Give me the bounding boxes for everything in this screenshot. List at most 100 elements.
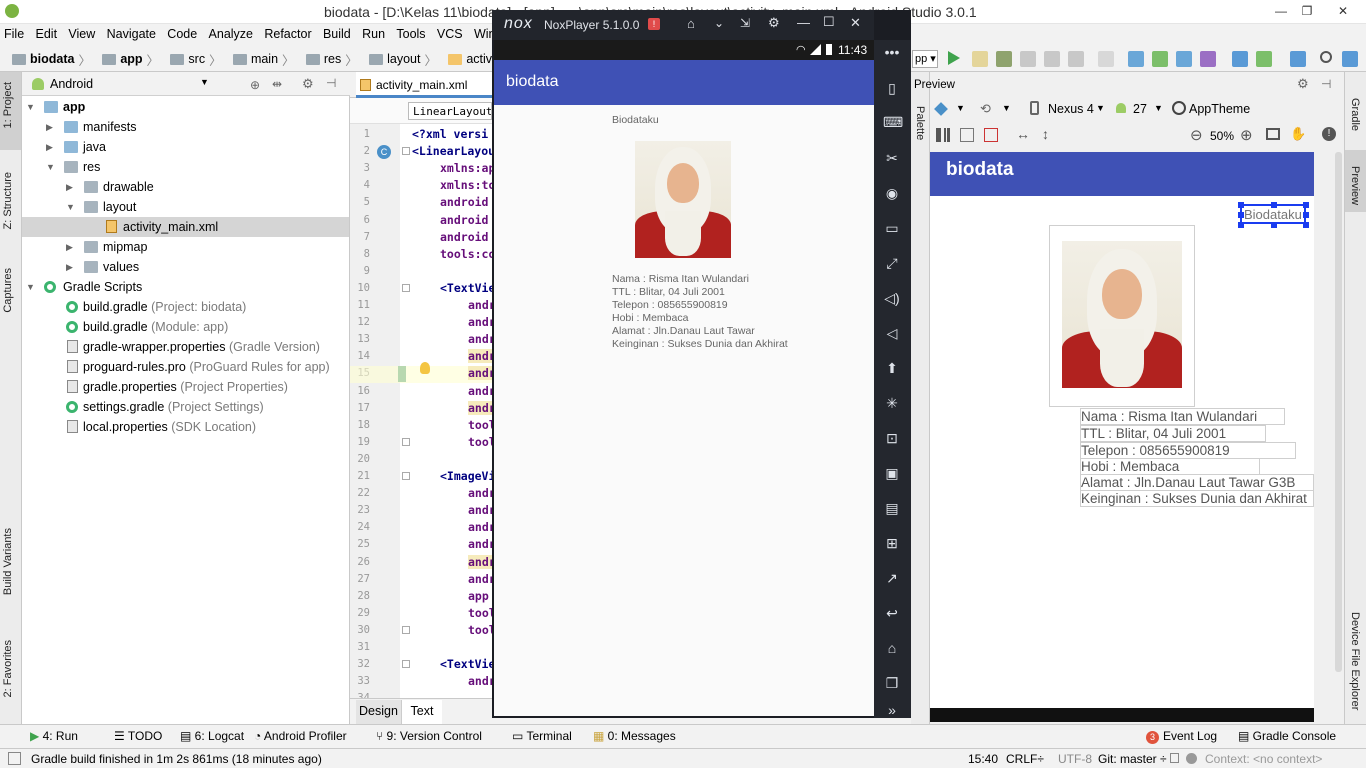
caret-position[interactable]: 15:40 xyxy=(968,752,998,766)
close-button[interactable]: ✕ xyxy=(850,15,861,31)
tree-item-activity-main-xml[interactable]: activity_main.xml xyxy=(22,217,349,237)
lightbulb-icon[interactable] xyxy=(420,362,430,374)
preview-info-ttl[interactable]: TTL : Blitar, 04 Juli 2001 xyxy=(1080,425,1266,442)
code-area[interactable]: <?xml versi <LinearLayou xmlns:ap xmlns:to a… xyxy=(350,124,492,692)
error-icon[interactable] xyxy=(984,128,998,142)
tool-window-toggle-icon[interactable] xyxy=(8,752,21,765)
volume-down-icon[interactable]: ◁ xyxy=(883,325,901,341)
hide-panel-icon[interactable]: ⊣ xyxy=(326,76,336,90)
build-variants-tool-tab[interactable]: Build Variants xyxy=(2,528,14,595)
breadcrumb-app[interactable]: app 〉 xyxy=(96,46,161,72)
breadcrumb-src[interactable]: src 〉 xyxy=(164,46,223,72)
shake-icon[interactable]: ↗ xyxy=(883,570,901,586)
theme-dropdown[interactable]: AppTheme xyxy=(1189,102,1250,116)
device-dropdown[interactable]: Nexus 4 xyxy=(1048,102,1094,116)
breadcrumb-res[interactable]: res 〉 xyxy=(300,46,360,72)
apply-changes-icon[interactable] xyxy=(972,51,988,67)
menu-file[interactable]: File xyxy=(0,24,28,44)
layers-icon[interactable] xyxy=(934,102,948,116)
vcs-compare-icon[interactable] xyxy=(1176,51,1192,67)
chevron-down-icon[interactable]: ▼ xyxy=(1002,103,1011,113)
warning-icon[interactable]: ! xyxy=(648,18,660,30)
collapse-all-icon[interactable]: ⇹ xyxy=(272,77,282,91)
hide-panel-icon[interactable]: ⊣ xyxy=(1321,77,1331,91)
tree-item-proguard-rules[interactable]: proguard-rules.pro (ProGuard Rules for a… xyxy=(22,357,349,377)
more-icon[interactable]: ••• xyxy=(883,44,901,60)
keymap-icon[interactable]: ⊞ xyxy=(883,535,901,551)
menu-navigate[interactable]: Navigate xyxy=(103,24,160,44)
git-branch[interactable]: Git: master ÷ xyxy=(1098,752,1167,766)
messages-tab[interactable]: ▦ 0: Messages xyxy=(593,729,676,743)
linearlayout-crumb[interactable]: LinearLayout xyxy=(408,102,492,120)
apk-install-icon[interactable]: ⬆ xyxy=(883,360,901,376)
preview-device-screen[interactable]: biodata Biodataku Nama : Risma Itan Wula… xyxy=(930,152,1314,722)
debug-icon[interactable] xyxy=(996,51,1012,67)
fold-marker-icon[interactable] xyxy=(402,660,410,669)
event-log-tab[interactable]: 3 Event Log xyxy=(1146,729,1217,744)
tree-item-settings-gradle[interactable]: settings.gradle (Project Settings) xyxy=(22,397,349,417)
structure-tool-tab[interactable]: Z: Structure xyxy=(2,172,14,229)
tree-item-local-properties[interactable]: local.properties (SDK Location) xyxy=(22,417,349,437)
keyboard-icon[interactable]: ⌨ xyxy=(883,114,903,130)
menu-view[interactable]: View xyxy=(64,24,99,44)
chevron-down-icon[interactable]: ▼ xyxy=(956,103,965,113)
coverage-icon[interactable] xyxy=(1098,51,1114,67)
expand-icon[interactable]: » xyxy=(883,702,901,718)
stop-icon[interactable] xyxy=(1068,51,1084,67)
menu-refactor[interactable]: Refactor xyxy=(260,24,315,44)
menu-run[interactable]: Run xyxy=(358,24,389,44)
pan-icon[interactable]: ✋ xyxy=(1290,126,1306,142)
preview-tool-tab[interactable]: Preview xyxy=(1349,166,1361,205)
loading-icon[interactable]: ✳ xyxy=(883,395,901,411)
design-surface-icon[interactable] xyxy=(936,128,950,142)
chevron-down-icon[interactable]: ▼ xyxy=(1096,103,1105,113)
tree-item-res[interactable]: ▼ res xyxy=(22,157,349,177)
preview-info-hobi[interactable]: Hobi : Membaca xyxy=(1080,458,1260,475)
breadcrumb-layout[interactable]: layout 〉 xyxy=(363,46,439,72)
macro-icon[interactable]: ⊡ xyxy=(883,430,901,446)
vcs-commit-icon[interactable] xyxy=(1152,51,1168,67)
gradle-console-tab[interactable]: ▤ Gradle Console xyxy=(1238,729,1336,743)
profile-icon[interactable] xyxy=(1020,51,1036,67)
menu-build[interactable]: Build xyxy=(319,24,355,44)
tree-item-app[interactable]: ▼ app xyxy=(22,97,349,117)
tree-item-java[interactable]: ▶ java xyxy=(22,137,349,157)
preview-imageview-bounds[interactable] xyxy=(1049,225,1195,407)
zoom-in-icon[interactable]: ⊕ xyxy=(1240,126,1253,144)
menu-analyze[interactable]: Analyze xyxy=(205,24,257,44)
gradle-tool-tab[interactable]: Gradle xyxy=(1349,98,1361,131)
gear-icon[interactable]: ⚙ xyxy=(302,76,314,92)
inspection-icon[interactable] xyxy=(1186,753,1197,764)
undo-icon[interactable] xyxy=(1200,51,1216,67)
text-tab[interactable]: Text xyxy=(402,700,442,724)
run-config-dropdown[interactable]: pp ▾ xyxy=(912,50,938,68)
preview-info-keinginan[interactable]: Keinginan : Sukses Dunia dan Akhirat xyxy=(1080,490,1314,507)
orientation-icon[interactable]: ⟲ xyxy=(980,101,991,117)
gear-icon[interactable]: ⚙ xyxy=(768,15,780,31)
device-file-explorer-tab[interactable]: Device File Explorer xyxy=(1349,612,1361,710)
avd-manager-icon[interactable] xyxy=(1256,51,1272,67)
palette-tool-tab[interactable]: Palette xyxy=(914,106,926,140)
fullscreen-icon[interactable]: ⤢ xyxy=(883,255,901,271)
phone-icon[interactable]: ▯ xyxy=(883,80,901,96)
logcat-tab[interactable]: ▤ 6: Logcat xyxy=(180,729,244,743)
menu-vcs[interactable]: VCS xyxy=(433,24,467,44)
close-button[interactable]: ✕ xyxy=(1320,0,1366,24)
zoom-out-icon[interactable]: ⊖ xyxy=(1190,126,1203,144)
tree-item-gradle-wrapper-properties[interactable]: gradle-wrapper.properties (Gradle Versio… xyxy=(22,337,349,357)
tree-item-layout[interactable]: ▼ layout xyxy=(22,197,349,217)
maximize-button[interactable]: ☐ xyxy=(823,14,835,30)
fold-marker-icon[interactable] xyxy=(402,437,410,446)
chevron-down-icon[interactable]: ▼ xyxy=(1154,103,1163,113)
tree-item-values[interactable]: ▶ values xyxy=(22,257,349,277)
line-separator[interactable]: CRLF÷ xyxy=(1006,752,1044,766)
pin-icon[interactable]: ⇲ xyxy=(740,16,750,30)
scissors-icon[interactable]: ✂ xyxy=(883,150,901,166)
sdk-manager-icon[interactable] xyxy=(1342,51,1358,67)
project-view-dropdown[interactable]: Android ▼ xyxy=(50,77,210,91)
fold-marker-icon[interactable] xyxy=(402,625,410,634)
tree-item-build-gradle-project[interactable]: build.gradle (Project: biodata) xyxy=(22,297,349,317)
version-control-tab[interactable]: ⑂ 9: Version Control xyxy=(376,729,482,743)
preview-selected-textview[interactable]: Biodataku xyxy=(1238,202,1309,228)
recent-apps-icon[interactable]: ❐ xyxy=(883,675,901,691)
